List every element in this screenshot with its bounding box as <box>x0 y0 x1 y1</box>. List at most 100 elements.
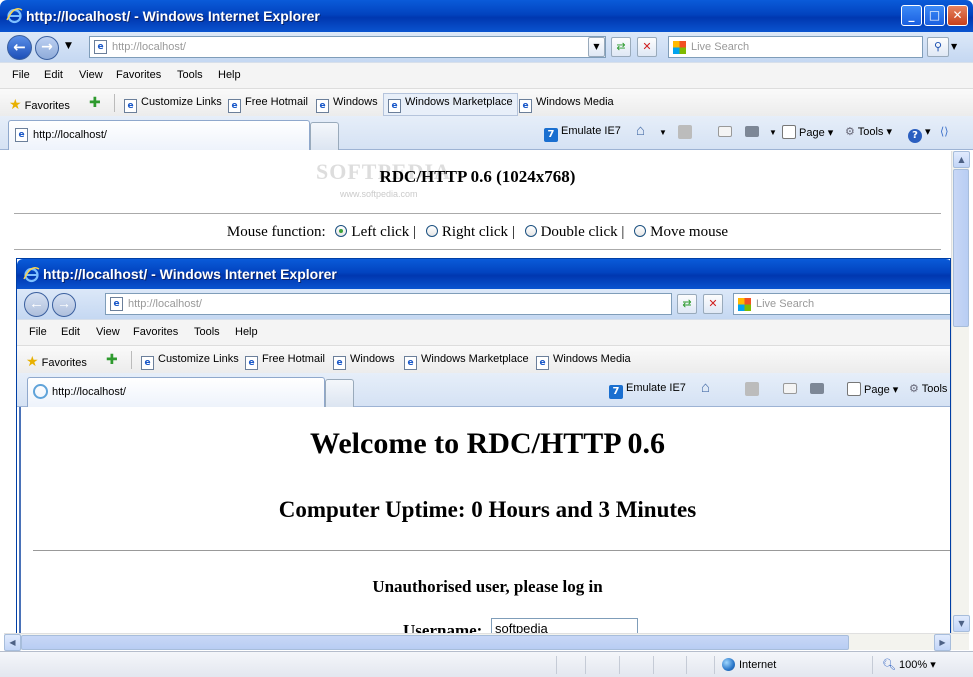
page-menu-icon <box>847 382 861 396</box>
print-icon <box>810 382 827 394</box>
uptime-heading: Computer Uptime: 0 Hours and 3 Minutes <box>278 497 697 522</box>
home-dropdown-icon[interactable]: ▼ <box>659 128 667 137</box>
address-bar[interactable]: e http://localhost/ ▼ <box>89 36 606 58</box>
tools-menu-button[interactable]: ⚙ Tools ▾ <box>845 125 892 138</box>
vertical-scrollbar[interactable]: ▲ ▼ <box>951 151 970 633</box>
refresh-icon: ⇄ <box>677 294 697 314</box>
link-free-hotmail[interactable]: e Free Hotmail <box>228 96 308 113</box>
radio-move-mouse[interactable] <box>634 225 647 237</box>
print-icon[interactable] <box>745 125 762 137</box>
menu-edit[interactable]: Edit <box>44 69 63 81</box>
help-button[interactable]: ? ▾ <box>908 125 931 143</box>
minimize-button[interactable]: _ <box>901 5 922 26</box>
radio-right-click[interactable] <box>425 225 438 237</box>
menu-view[interactable]: View <box>79 69 103 81</box>
globe-icon <box>722 658 735 671</box>
chevron-icon[interactable]: ⟨⟩ <box>940 125 949 138</box>
forward-button[interactable]: → <box>35 36 59 60</box>
menu-help[interactable]: Help <box>218 69 241 81</box>
link-windows-media[interactable]: e Windows Media <box>519 96 614 113</box>
emulate-icon: 7 <box>609 385 623 399</box>
new-tab-button[interactable] <box>310 122 339 150</box>
help-icon: ? <box>908 129 922 143</box>
page-icon: e <box>333 356 346 370</box>
menu-favorites[interactable]: Favorites <box>116 69 161 81</box>
menu-favorites: Favorites <box>133 326 179 338</box>
read-mail-icon[interactable] <box>718 125 735 137</box>
print-dropdown-icon[interactable]: ▼ <box>769 128 777 137</box>
remote-titlebar: http://localhost/ - Windows Internet Exp… <box>17 259 950 289</box>
link-windows-media: e Windows Media <box>536 353 631 370</box>
tab-bar: e http://localhost/ 7 Emulate IE7 ⌂ ▼ ▼ P… <box>0 116 973 150</box>
radio-double-click[interactable] <box>524 225 537 237</box>
favorites-label: Favorites <box>24 100 70 112</box>
address-input[interactable]: http://localhost/ <box>112 41 186 53</box>
link-customize-links[interactable]: e Customize Links <box>124 96 222 113</box>
window-titlebar: http://localhost/ - Windows Internet Exp… <box>0 0 973 32</box>
maximize-button[interactable]: □ <box>924 5 945 26</box>
search-icon[interactable]: ⚲ <box>927 37 949 57</box>
gear-icon: ⚙ <box>845 126 855 138</box>
scroll-up-button[interactable]: ▲ <box>953 151 970 168</box>
favorites-center-button[interactable]: ★ Favorites <box>9 96 70 113</box>
star-icon: ★ <box>26 353 39 369</box>
scroll-left-button[interactable]: ◀ <box>4 634 21 651</box>
horizontal-scroll-thumb[interactable] <box>21 635 849 650</box>
tab-localhost[interactable]: e http://localhost/ <box>8 120 310 150</box>
option-left-click-label[interactable]: Left click <box>351 224 409 240</box>
feeds-icon[interactable] <box>678 125 695 139</box>
tools-menu-button: ⚙ Tools <box>909 382 947 395</box>
page-menu-label: Page <box>799 127 825 139</box>
remote-tab-bar: http://localhost/ 7 Emulate IE7 ⌂ Page ▾ … <box>17 373 950 407</box>
emulate-label: Emulate IE7 <box>626 382 686 394</box>
link-windows[interactable]: e Windows <box>316 96 378 113</box>
status-divider <box>686 656 687 674</box>
close-button[interactable]: ✕ <box>947 5 968 26</box>
emulate-label: Emulate IE7 <box>561 125 621 137</box>
menu-tools: Tools <box>194 326 220 338</box>
window-title: http://localhost/ - Windows Internet Exp… <box>26 8 320 24</box>
emulate-ie7-button[interactable]: 7 Emulate IE7 <box>544 125 621 142</box>
option-move-mouse-label[interactable]: Move mouse <box>650 224 728 240</box>
favorites-label: Favorites <box>41 357 87 369</box>
menu-file[interactable]: File <box>12 69 30 81</box>
remote-favorites-bar: ★ Favorites ✚ e Customize Links e Free Hot… <box>17 345 950 373</box>
add-favorite-icon[interactable]: ✚ <box>89 94 101 111</box>
home-icon[interactable]: ⌂ <box>636 122 645 139</box>
link-windows: e Windows <box>333 353 395 370</box>
security-zone[interactable]: Internet <box>722 658 776 671</box>
page-menu-button[interactable]: Page ▾ <box>782 125 833 139</box>
vertical-scroll-thumb[interactable] <box>953 169 969 327</box>
search-input[interactable]: Live Search <box>691 41 749 53</box>
page-icon: e <box>316 99 329 113</box>
search-box[interactable]: Live Search <box>668 36 923 58</box>
zoom-level[interactable]: 🔍︎ 100% ▾ <box>882 658 936 671</box>
radio-left-click[interactable] <box>335 225 348 237</box>
remote-screen[interactable]: http://localhost/ - Windows Internet Exp… <box>16 258 951 633</box>
link-label: Windows <box>350 353 395 365</box>
divider <box>14 213 941 214</box>
link-label: Windows Media <box>536 96 614 108</box>
stop-icon[interactable]: ✕ <box>637 37 657 57</box>
link-label: Customize Links <box>141 96 222 108</box>
back-button[interactable]: ← <box>7 35 32 60</box>
horizontal-scrollbar[interactable]: ◀ ▶ <box>4 633 969 651</box>
remote-page: Welcome to RDC/HTTP 0.6 Computer Uptime:… <box>19 407 950 633</box>
gear-icon: ⚙ <box>909 383 919 395</box>
page-icon: e <box>141 356 154 370</box>
search-options-icon[interactable]: ▼ <box>951 42 957 51</box>
option-right-click-label[interactable]: Right click <box>442 224 508 240</box>
separator: | <box>413 224 417 240</box>
ie-logo-icon <box>23 267 40 283</box>
option-double-click-label[interactable]: Double click <box>541 224 618 240</box>
scroll-right-button[interactable]: ▶ <box>934 634 951 651</box>
link-windows-marketplace[interactable]: e Windows Marketplace <box>383 93 518 116</box>
history-dropdown-icon[interactable]: ▼ <box>65 41 72 51</box>
address-dropdown-icon[interactable]: ▼ <box>588 37 605 57</box>
link-label: Windows <box>333 96 378 108</box>
star-icon: ★ <box>9 96 22 112</box>
tools-menu-label: Tools <box>921 383 948 395</box>
refresh-icon[interactable]: ⇄ <box>611 37 631 57</box>
menu-tools[interactable]: Tools <box>177 69 203 81</box>
scroll-down-button[interactable]: ▼ <box>953 615 970 632</box>
